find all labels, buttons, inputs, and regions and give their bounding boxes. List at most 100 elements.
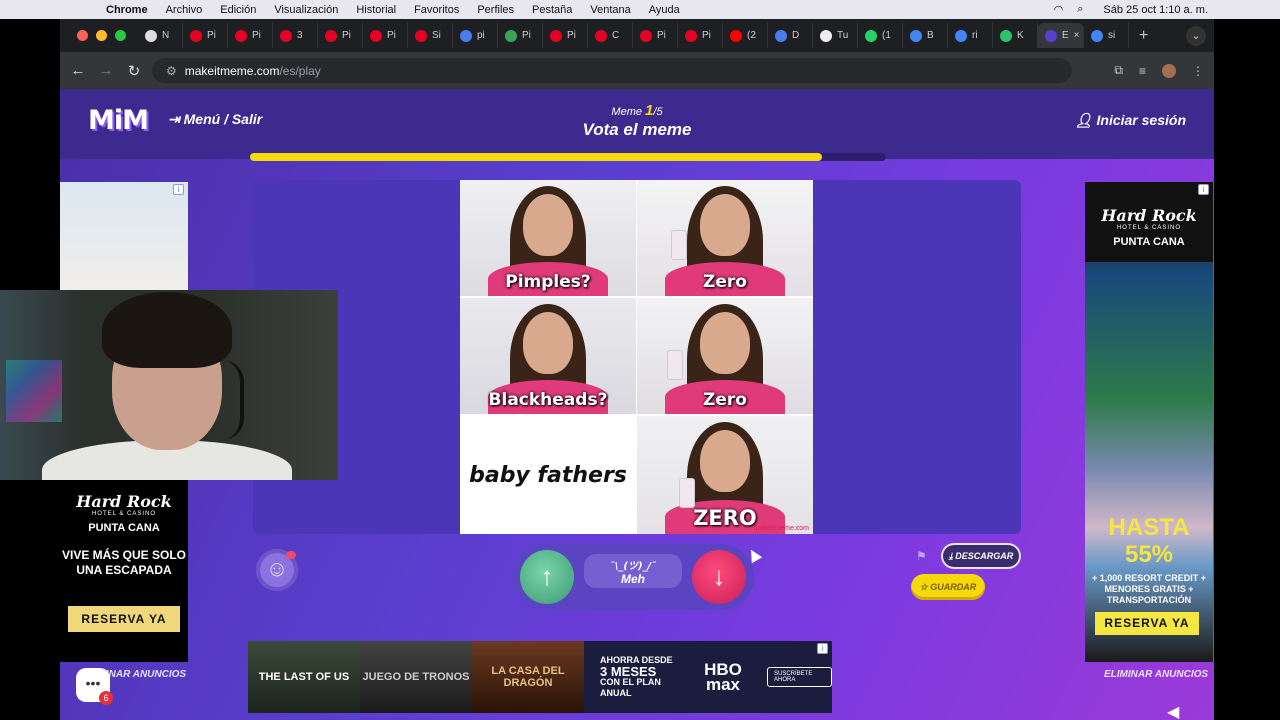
close-tab-icon[interactable]: ×: [1074, 30, 1080, 41]
browser-tab[interactable]: Pi: [183, 23, 228, 48]
menubar-item-pestana[interactable]: Pestaña: [532, 4, 572, 16]
browser-tab[interactable]: Pi: [633, 23, 678, 48]
right-ad-banner[interactable]: Hard Rock HOTEL & CASINO PUNTA CANA i HA…: [1085, 182, 1213, 662]
menubar-item-historial[interactable]: Historial: [356, 4, 396, 16]
site-info-icon[interactable]: ⚙: [166, 64, 177, 78]
tab-favicon-icon: [730, 29, 742, 42]
emoji-reaction-button[interactable]: ☺: [256, 549, 298, 591]
right-ad-details: + 1,000 RESORT CREDIT + MENORES GRATIS +…: [1091, 573, 1207, 605]
browser-tab[interactable]: C: [588, 23, 633, 48]
meme-panel-2: Zero: [637, 180, 813, 296]
downvote-button[interactable]: ↓: [692, 550, 746, 604]
chat-badge: 6: [99, 691, 113, 705]
report-flag-icon[interactable]: ⚑: [916, 549, 927, 563]
streamer-figure: [42, 290, 292, 480]
profile-avatar[interactable]: [1162, 63, 1176, 78]
tab-label: B: [927, 30, 934, 41]
browser-tab[interactable]: Tu: [813, 23, 858, 48]
meme-panel-4: Zero: [637, 298, 813, 414]
browser-tab[interactable]: 3: [273, 23, 318, 48]
headset-icon: [222, 360, 244, 440]
arrow-down-icon: ↓: [712, 561, 726, 591]
ad-info-icon[interactable]: i: [817, 643, 828, 654]
download-button[interactable]: ⤓ DESCARGAR: [941, 543, 1021, 569]
left-ad-reserve-button[interactable]: RESERVA YA: [68, 606, 180, 632]
browser-tab[interactable]: pi: [453, 23, 498, 48]
arrow-up-icon: ↑: [540, 561, 554, 591]
remove-ads-link-right[interactable]: ELIMINAR ANUNCIOS: [1104, 669, 1208, 680]
browser-tab[interactable]: B: [903, 23, 948, 48]
tab-favicon-icon: [505, 29, 517, 42]
ad-poster-1: THE LAST OF US: [248, 641, 360, 713]
browser-tab[interactable]: K: [993, 23, 1038, 48]
meme-caption-1: Pimples?: [505, 272, 591, 292]
menubar-item-visualizacion[interactable]: Visualización: [274, 4, 338, 16]
ad-info-icon[interactable]: i: [173, 184, 184, 195]
menubar-item-favoritos[interactable]: Favoritos: [414, 4, 459, 16]
ad-info-icon[interactable]: i: [1198, 184, 1209, 195]
login-label: Iniciar sesión: [1096, 112, 1186, 128]
browser-tab[interactable]: N: [138, 23, 183, 48]
save-button[interactable]: ☆ GUARDAR: [911, 574, 985, 600]
tab-label: Pi: [342, 30, 351, 41]
tab-list: N Pi Pi 3 Pi Pi Si pi Pi Pi C Pi Pi (2 D Tu (1 Bri K E × si: [138, 23, 1129, 48]
webcam-overlay: [0, 290, 338, 480]
browser-tab[interactable]: E ×: [1038, 23, 1084, 48]
minimize-window-button[interactable]: [96, 30, 107, 41]
login-button[interactable]: 👤︎ Iniciar sesión: [1075, 112, 1186, 129]
right-ad-place: PUNTA CANA: [1113, 236, 1185, 248]
menubar-item-archivo[interactable]: Archivo: [166, 4, 203, 16]
tab-label: pi: [477, 30, 485, 41]
tab-label: Pi: [702, 30, 711, 41]
menubar-item-ayuda[interactable]: Ayuda: [649, 4, 680, 16]
browser-tab[interactable]: Pi: [498, 23, 543, 48]
browser-tab[interactable]: Pi: [228, 23, 273, 48]
chat-button[interactable]: ••• 6: [76, 668, 113, 705]
menubar-item-ventana[interactable]: Ventana: [590, 4, 630, 16]
menubar-app-name[interactable]: Chrome: [106, 4, 148, 16]
maximize-window-button[interactable]: [115, 30, 126, 41]
meh-button[interactable]: ¯\_(ツ)_/¯ Meh: [584, 554, 682, 588]
close-window-button[interactable]: [77, 30, 88, 41]
hbo-max-logo: HBO max: [704, 660, 742, 694]
right-ad-reserve-button[interactable]: RESERVA YA: [1095, 612, 1199, 635]
left-ad-place: PUNTA CANA: [88, 522, 160, 534]
browser-tab[interactable]: ri: [948, 23, 993, 48]
tab-label: 3: [297, 30, 303, 41]
left-ad-brand: Hard Rock: [76, 492, 172, 511]
chat-icon: •••: [85, 675, 101, 691]
page-title: Vota el meme: [582, 120, 692, 139]
browser-tab[interactable]: D: [768, 23, 813, 48]
browser-tab[interactable]: (2: [723, 23, 768, 48]
address-bar[interactable]: ⚙ makeitmeme.com/es/play: [152, 58, 1072, 83]
wifi-icon[interactable]: ◠: [1054, 3, 1064, 16]
meme-caption-3: Blackheads?: [488, 390, 608, 410]
tab-search-button[interactable]: ⌄: [1186, 25, 1206, 46]
browser-tab[interactable]: Pi: [678, 23, 723, 48]
browser-tab[interactable]: Pi: [363, 23, 408, 48]
chrome-menu-icon[interactable]: ⋮: [1192, 64, 1204, 78]
browser-tab[interactable]: (1: [858, 23, 903, 48]
site-header: MiM ⇥ Menú / Salir Meme 1/5 Vota el meme…: [60, 89, 1214, 161]
back-button[interactable]: ←: [64, 62, 92, 79]
meme-panel-3: Blackheads?: [460, 298, 636, 414]
upvote-button[interactable]: ↑: [520, 550, 574, 604]
subscribe-button[interactable]: SUSCRÍBETE AHORA: [766, 667, 832, 687]
new-tab-button[interactable]: +: [1139, 27, 1148, 45]
search-icon[interactable]: ⌕: [1077, 3, 1083, 16]
menubar-item-edicion[interactable]: Edición: [220, 4, 256, 16]
reload-button[interactable]: ↻: [120, 62, 148, 80]
browser-tab[interactable]: Pi: [543, 23, 588, 48]
meme-counter-label: Meme: [611, 106, 642, 118]
extensions-icon[interactable]: ⧉: [1114, 63, 1123, 78]
browser-tab[interactable]: Pi: [318, 23, 363, 48]
menubar-clock[interactable]: Sáb 25 oct 1:10 a. m.: [1103, 4, 1208, 16]
forward-button[interactable]: →: [92, 62, 120, 79]
tab-label: Pi: [252, 30, 261, 41]
bottom-ad-banner[interactable]: THE LAST OF US JUEGO DE TRONOS LA CASA D…: [248, 641, 832, 713]
menubar-item-perfiles[interactable]: Perfiles: [477, 4, 514, 16]
speaker-icon[interactable]: ◀: [1167, 702, 1179, 720]
browser-tab[interactable]: Si: [408, 23, 453, 48]
reading-list-icon[interactable]: ≡: [1139, 64, 1146, 78]
browser-tab[interactable]: si: [1084, 23, 1129, 48]
